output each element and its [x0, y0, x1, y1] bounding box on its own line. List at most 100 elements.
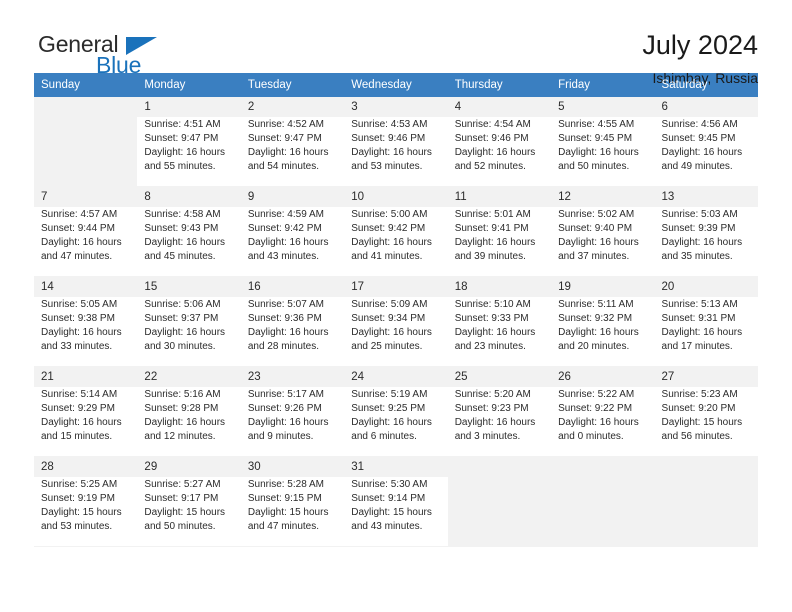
calendar-day-cell[interactable]: 19 Sunrise: 5:11 AM Sunset: 9:32 PM Dayligh…: [551, 277, 655, 367]
day-sunrise-text: Sunrise: 4:58 AM: [144, 208, 221, 220]
day-sunrise-text: Sunrise: 5:17 AM: [247, 388, 324, 400]
day-daylight1-text: Daylight: 16 hours: [558, 237, 639, 249]
calendar-day-cell-empty: [654, 457, 758, 547]
day-sun-info: Sunrise: 5:05 AM Sunset: 9:38 PM Daylight:…: [34, 296, 138, 366]
calendar-day-cell[interactable]: 14 Sunrise: 5:05 AM Sunset: 9:38 PM Dayligh…: [34, 277, 138, 367]
day-sunset-text: Sunset: 9:26 PM: [247, 402, 322, 414]
day-sunrise-text: Sunrise: 4:57 AM: [41, 208, 118, 220]
day-daylight1-text: Daylight: 16 hours: [247, 147, 329, 159]
day-sun-info: Sunrise: 4:51 AM Sunset: 9:47 PM Daylight:…: [137, 116, 241, 186]
day-number: 3: [351, 101, 358, 113]
day-daylight2-text: and 3 minutes.: [454, 431, 521, 443]
calendar-day-cell[interactable]: 31 Sunrise: 5:30 AM Sunset: 9:14 PM Dayligh…: [344, 457, 448, 547]
calendar-day-cell[interactable]: 7 Sunrise: 4:57 AM Sunset: 9:44 PM Daylight…: [34, 187, 138, 277]
calendar-day-cell[interactable]: 26 Sunrise: 5:22 AM Sunset: 9:22 PM Dayligh…: [551, 367, 655, 457]
day-sunset-text: Sunset: 9:47 PM: [144, 132, 219, 144]
calendar-day-cell[interactable]: 8 Sunrise: 4:58 AM Sunset: 9:43 PM Daylight…: [137, 187, 241, 277]
day-cell-inner: 26 Sunrise: 5:22 AM Sunset: 9:22 PM Dayligh…: [551, 367, 655, 457]
day-cell-inner: 23 Sunrise: 5:17 AM Sunset: 9:26 PM Dayligh…: [240, 367, 345, 457]
day-daylight2-text: and 45 minutes.: [144, 251, 216, 263]
day-daylight1-text: Daylight: 16 hours: [351, 147, 432, 159]
day-daylight2-text: and 33 minutes.: [41, 341, 113, 353]
day-number: 16: [247, 281, 261, 293]
day-sun-info: Sunrise: 5:27 AM Sunset: 9:17 PM Daylight:…: [137, 476, 241, 546]
day-sunset-text: Sunset: 9:34 PM: [351, 312, 426, 324]
day-sun-info: Sunrise: 5:01 AM Sunset: 9:41 PM Daylight:…: [447, 206, 552, 276]
day-sun-info: [448, 464, 551, 533]
calendar-day-cell[interactable]: 4 Sunrise: 4:54 AM Sunset: 9:46 PM Daylight…: [447, 97, 552, 187]
day-sun-info: [655, 464, 758, 533]
day-sunrise-text: Sunrise: 5:05 AM: [41, 298, 118, 310]
calendar-day-cell[interactable]: 13 Sunrise: 5:03 AM Sunset: 9:39 PM Dayligh…: [654, 187, 758, 277]
day-sun-info: Sunrise: 5:11 AM Sunset: 9:32 PM Daylight:…: [551, 296, 655, 366]
day-daylight1-text: Daylight: 16 hours: [41, 237, 122, 249]
day-sunrise-text: Sunrise: 5:01 AM: [454, 208, 531, 220]
day-sun-info: Sunrise: 4:54 AM Sunset: 9:46 PM Daylight:…: [447, 116, 552, 186]
calendar-day-cell[interactable]: 29 Sunrise: 5:27 AM Sunset: 9:17 PM Dayligh…: [137, 457, 241, 547]
day-sunset-text: Sunset: 9:14 PM: [351, 492, 426, 504]
day-daylight1-text: Daylight: 15 hours: [247, 507, 329, 519]
calendar-day-cell[interactable]: 2 Sunrise: 4:52 AM Sunset: 9:47 PM Daylight…: [240, 97, 345, 187]
column-header-friday: Friday: [551, 73, 655, 97]
calendar-week-row: 1 Sunrise: 4:51 AM Sunset: 9:47 PM Daylight…: [34, 97, 758, 187]
day-cell-inner: 5 Sunrise: 4:55 AM Sunset: 9:45 PM Daylight…: [551, 97, 655, 187]
day-number: 12: [558, 191, 571, 203]
calendar-day-cell[interactable]: 16 Sunrise: 5:07 AM Sunset: 9:36 PM Dayligh…: [240, 277, 345, 367]
day-daylight1-text: Daylight: 16 hours: [454, 417, 536, 429]
calendar-day-cell[interactable]: 30 Sunrise: 5:28 AM Sunset: 9:15 PM Dayligh…: [240, 457, 345, 547]
calendar-day-cell[interactable]: 25 Sunrise: 5:20 AM Sunset: 9:23 PM Dayligh…: [447, 367, 552, 457]
calendar-day-cell[interactable]: 5 Sunrise: 4:55 AM Sunset: 9:45 PM Daylight…: [551, 97, 655, 187]
day-sunrise-text: Sunrise: 4:56 AM: [661, 118, 738, 130]
day-sun-info: Sunrise: 5:13 AM Sunset: 9:31 PM Daylight:…: [654, 296, 758, 366]
calendar-day-cell[interactable]: 9 Sunrise: 4:59 AM Sunset: 9:42 PM Daylight…: [240, 187, 345, 277]
day-sun-info: Sunrise: 5:14 AM Sunset: 9:29 PM Daylight:…: [34, 386, 138, 456]
calendar-day-cell[interactable]: 1 Sunrise: 4:51 AM Sunset: 9:47 PM Daylight…: [137, 97, 241, 187]
day-number: 10: [351, 191, 365, 203]
day-sunset-text: Sunset: 9:25 PM: [351, 402, 426, 414]
day-sunrise-text: Sunrise: 4:52 AM: [247, 118, 324, 130]
day-daylight1-text: Daylight: 16 hours: [454, 237, 536, 249]
day-cell-inner: 31 Sunrise: 5:30 AM Sunset: 9:14 PM Dayligh…: [344, 457, 448, 547]
calendar-day-cell[interactable]: 24 Sunrise: 5:19 AM Sunset: 9:25 PM Dayligh…: [344, 367, 448, 457]
calendar-wrapper: Sunday Monday Tuesday Wednesday Thursday…: [0, 73, 792, 547]
day-daylight2-text: and 49 minutes.: [661, 161, 733, 173]
day-daylight2-text: and 43 minutes.: [247, 251, 320, 263]
calendar-day-cell[interactable]: 28 Sunrise: 5:25 AM Sunset: 9:19 PM Dayligh…: [34, 457, 138, 547]
day-cell-inner: 12 Sunrise: 5:02 AM Sunset: 9:40 PM Dayligh…: [551, 187, 655, 277]
day-sun-info: Sunrise: 5:17 AM Sunset: 9:26 PM Daylight:…: [240, 386, 345, 456]
calendar-day-cell[interactable]: 3 Sunrise: 4:53 AM Sunset: 9:46 PM Daylight…: [344, 97, 448, 187]
calendar-week-row: 14 Sunrise: 5:05 AM Sunset: 9:38 PM Dayligh…: [34, 277, 758, 367]
day-sun-info: Sunrise: 4:52 AM Sunset: 9:47 PM Daylight:…: [240, 116, 345, 186]
day-cell-inner: [34, 97, 137, 187]
general-blue-logo[interactable]: General Blue: [34, 30, 164, 78]
day-sunrise-text: Sunrise: 5:27 AM: [144, 478, 221, 490]
day-daylight2-text: and 30 minutes.: [144, 341, 216, 353]
day-sun-info: Sunrise: 4:58 AM Sunset: 9:43 PM Daylight:…: [137, 206, 241, 276]
day-daylight1-text: Daylight: 16 hours: [144, 147, 226, 159]
calendar-day-cell[interactable]: 22 Sunrise: 5:16 AM Sunset: 9:28 PM Dayligh…: [137, 367, 241, 457]
day-daylight1-text: Daylight: 16 hours: [144, 327, 226, 339]
calendar-day-cell[interactable]: 23 Sunrise: 5:17 AM Sunset: 9:26 PM Dayligh…: [240, 367, 345, 457]
day-daylight2-text: and 47 minutes.: [247, 521, 320, 533]
calendar-day-cell[interactable]: 18 Sunrise: 5:10 AM Sunset: 9:33 PM Dayligh…: [447, 277, 552, 367]
day-cell-inner: 13 Sunrise: 5:03 AM Sunset: 9:39 PM Dayligh…: [654, 187, 758, 277]
day-sun-info: Sunrise: 5:23 AM Sunset: 9:20 PM Daylight:…: [654, 386, 758, 456]
day-cell-inner: 22 Sunrise: 5:16 AM Sunset: 9:28 PM Dayligh…: [137, 367, 241, 457]
day-cell-inner: 15 Sunrise: 5:06 AM Sunset: 9:37 PM Dayligh…: [137, 277, 241, 367]
day-sunrise-text: Sunrise: 5:00 AM: [351, 208, 428, 220]
calendar-day-cell[interactable]: 11 Sunrise: 5:01 AM Sunset: 9:41 PM Dayligh…: [447, 187, 552, 277]
calendar-day-cell[interactable]: 21 Sunrise: 5:14 AM Sunset: 9:29 PM Dayligh…: [34, 367, 138, 457]
day-sun-info: Sunrise: 5:19 AM Sunset: 9:25 PM Daylight:…: [344, 386, 448, 456]
calendar-day-cell[interactable]: 27 Sunrise: 5:23 AM Sunset: 9:20 PM Dayligh…: [654, 367, 758, 457]
calendar-day-cell[interactable]: 12 Sunrise: 5:02 AM Sunset: 9:40 PM Dayligh…: [551, 187, 655, 277]
day-sunset-text: Sunset: 9:47 PM: [247, 132, 322, 144]
day-daylight2-text: and 15 minutes.: [41, 431, 113, 443]
calendar-day-cell[interactable]: 6 Sunrise: 4:56 AM Sunset: 9:45 PM Daylight…: [654, 97, 758, 187]
calendar-day-cell[interactable]: 20 Sunrise: 5:13 AM Sunset: 9:31 PM Dayligh…: [654, 277, 758, 367]
calendar-week-row: 28 Sunrise: 5:25 AM Sunset: 9:19 PM Dayligh…: [34, 457, 758, 547]
day-sunset-text: Sunset: 9:28 PM: [144, 402, 219, 414]
calendar-day-cell[interactable]: 10 Sunrise: 5:00 AM Sunset: 9:42 PM Dayligh…: [344, 187, 448, 277]
calendar-day-cell[interactable]: 15 Sunrise: 5:06 AM Sunset: 9:37 PM Dayligh…: [137, 277, 241, 367]
calendar-day-cell[interactable]: 17 Sunrise: 5:09 AM Sunset: 9:34 PM Dayligh…: [344, 277, 448, 367]
day-number: 6: [661, 101, 668, 113]
